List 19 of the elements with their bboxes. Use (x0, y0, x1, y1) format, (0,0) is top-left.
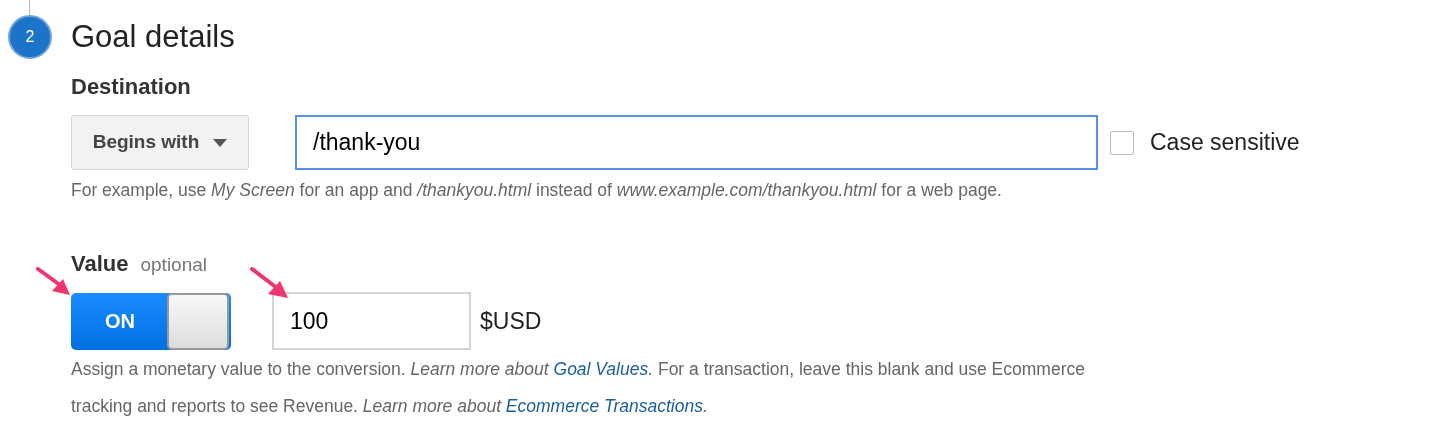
optional-hint: optional (140, 253, 208, 277)
caret-icon (213, 138, 228, 147)
help-text: Assign a monetary value to the conversion. Learn more about Goal Values. For a transaction, leave this blank and use Ecommerce tracking and reports to see Revenue. Learn more about Ecommerce Transactions. (71, 358, 1086, 418)
destination-field[interactable]: /thank-you (295, 115, 1098, 170)
toggle-switch[interactable]: ON (71, 292, 231, 350)
field-label: Value (71, 250, 129, 278)
checkbox[interactable] (1110, 130, 1134, 155)
help-link[interactable]: Goal Values (553, 359, 649, 379)
checkbox-label: Case sensitive (1150, 128, 1300, 158)
match-type-dropdown[interactable]: Begins with (71, 115, 249, 170)
annotation-arrow-icon (250, 266, 290, 301)
annotation-arrow-icon (36, 266, 72, 297)
currency-label: $USD (480, 306, 542, 336)
field-label: Destination (71, 73, 192, 101)
value-field[interactable]: 100 (272, 292, 471, 350)
help-link[interactable]: Ecommerce Transactions (505, 396, 703, 416)
step-number: 2 (8, 15, 52, 59)
section-title: Goal details (71, 18, 236, 56)
help-text: For example, use My Screen for an app and /thankyou.html instead of www.example.com/thankyou.html for a web page. (71, 179, 1003, 202)
